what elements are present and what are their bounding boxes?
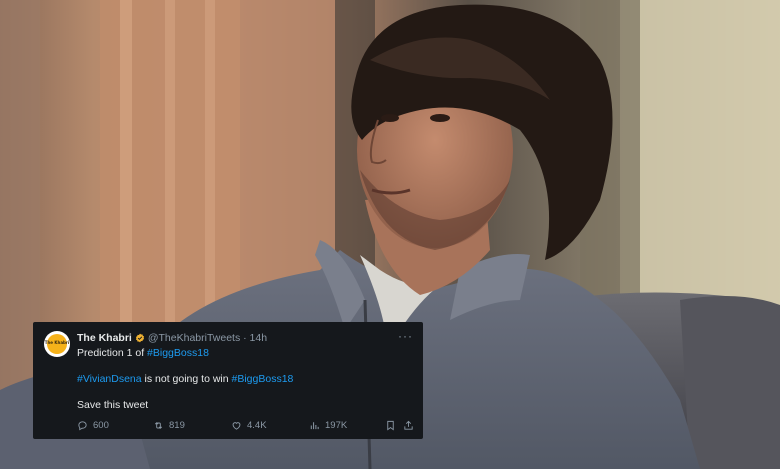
reply-count: 600: [93, 419, 109, 431]
embedded-tweet-card[interactable]: The Khabri The Khabri @TheKhabriTweets ·…: [33, 322, 423, 439]
share-button[interactable]: [403, 419, 419, 431]
retweet-count: 819: [169, 419, 185, 431]
like-button[interactable]: 4.4K: [231, 419, 267, 431]
tweet-text: Prediction 1 of: [77, 347, 148, 359]
bookmark-icon: [387, 420, 394, 431]
tweet-text: is not going to win: [141, 373, 232, 385]
tweet-text-line-1: Prediction 1 of #BiggBoss18: [77, 347, 209, 359]
views-chart-icon: [310, 421, 319, 429]
avatar-logo-text: The Khabri: [44, 340, 70, 345]
more-options-icon[interactable]: ···: [398, 329, 413, 343]
views-button[interactable]: 197K: [309, 419, 347, 431]
author-name[interactable]: The Khabri: [77, 332, 132, 344]
tweet-text-line-2: #VivianDsena is not going to win #BiggBo…: [77, 373, 293, 385]
hashtag-link[interactable]: #VivianDsena: [77, 373, 142, 385]
views-count: 197K: [325, 419, 348, 431]
author-handle-time[interactable]: @TheKhabriTweets · 14h: [148, 332, 267, 344]
retweet-button[interactable]: 819: [153, 419, 185, 431]
reply-icon: [78, 420, 87, 430]
article-image: The Khabri The Khabri @TheKhabriTweets ·…: [0, 0, 780, 469]
share-icon: [404, 420, 413, 430]
bookmark-button[interactable]: [385, 419, 401, 431]
verified-badge-icon: [135, 333, 144, 343]
tweet-text-line-3: Save this tweet: [77, 399, 149, 411]
avatar[interactable]: The Khabri: [44, 331, 70, 357]
tweet-header: The Khabri @TheKhabriTweets · 14h: [77, 331, 267, 345]
hashtag-link[interactable]: #BiggBoss18: [232, 373, 294, 385]
like-count: 4.4K: [247, 419, 267, 431]
hashtag-link[interactable]: #BiggBoss18: [147, 347, 209, 359]
heart-icon: [232, 421, 241, 430]
retweet-icon: [154, 421, 163, 429]
tweet-actions-bar: 600 819 4.4K 197K: [77, 419, 413, 433]
reply-button[interactable]: 600: [77, 419, 109, 431]
